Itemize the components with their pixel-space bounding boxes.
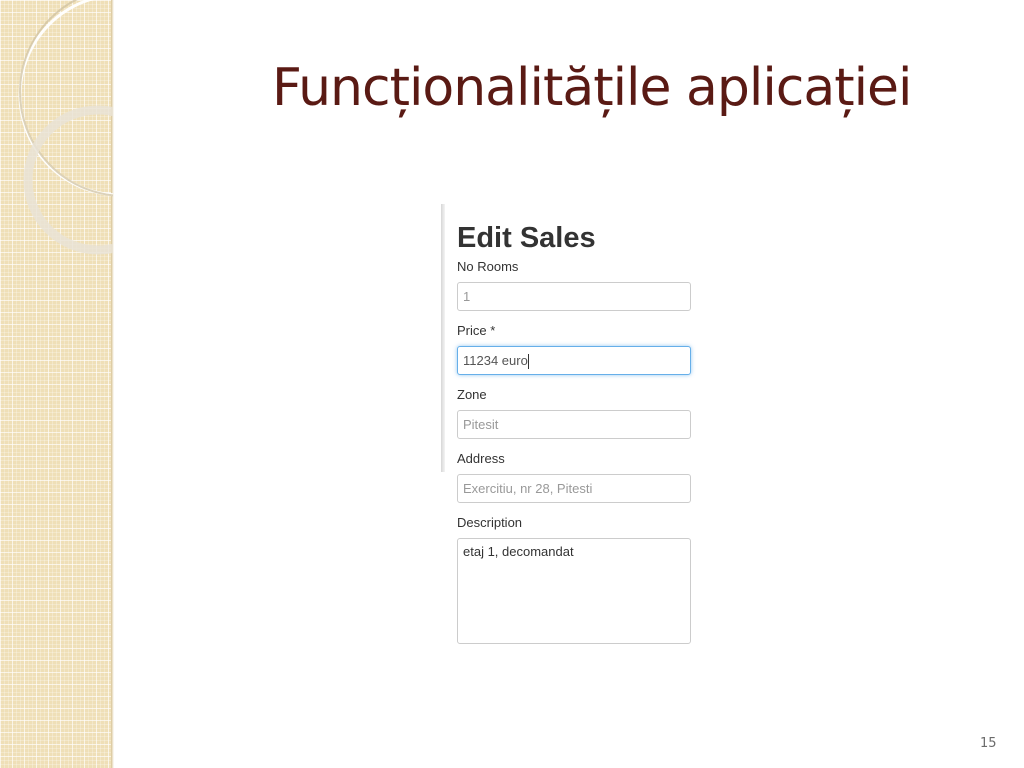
ring-inner	[23, 105, 113, 255]
zone-value: Pitesit	[463, 417, 499, 432]
address-input[interactable]: Exercitiu, nr 28, Pitesti	[457, 474, 691, 503]
edit-sales-form: Edit Sales No Rooms 1 Price * 11234 euro…	[441, 204, 711, 654]
price-input[interactable]: 11234 euro	[457, 346, 691, 375]
zone-input[interactable]: Pitesit	[457, 410, 691, 439]
ring-outer-shade	[19, 0, 113, 197]
price-value: 11234 euro	[463, 353, 528, 368]
description-label: Description	[457, 515, 523, 530]
no-rooms-value: 1	[463, 289, 471, 304]
no-rooms-label: No Rooms	[457, 259, 519, 274]
no-rooms-input[interactable]: 1	[457, 282, 691, 311]
screenshot-shadow	[441, 204, 445, 472]
description-value: etaj 1, decomandat	[463, 544, 574, 559]
text-caret	[527, 354, 529, 370]
price-label: Price *	[457, 323, 496, 338]
address-value: Exercitiu, nr 28, Pitesti	[463, 481, 593, 496]
slide-page-number: 15	[980, 736, 997, 751]
decorative-rings	[18, 0, 113, 255]
description-textarea[interactable]: etaj 1, decomandat	[457, 538, 691, 644]
address-label: Address	[457, 451, 505, 466]
form-title: Edit Sales	[457, 222, 596, 254]
zone-label: Zone	[457, 387, 487, 402]
slide-title: Funcționalitățile aplicației	[272, 58, 912, 118]
